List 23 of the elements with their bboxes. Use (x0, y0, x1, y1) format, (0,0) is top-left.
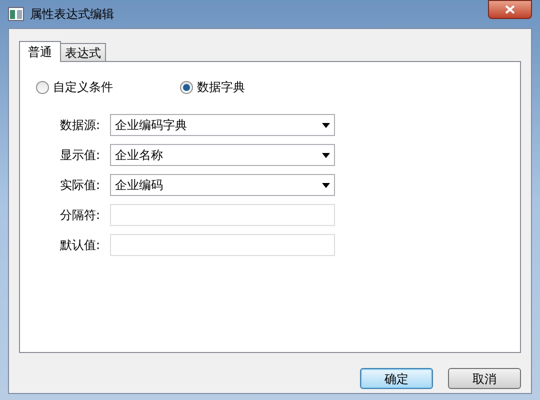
radio-option[interactable]: 自定义条件 (36, 78, 180, 96)
dropdown-arrow-icon (322, 182, 330, 188)
window-icon (8, 7, 24, 21)
close-button[interactable] (488, 0, 532, 19)
field-label: 数据源: (58, 117, 101, 134)
field-label: 实际值: (58, 177, 101, 194)
dropdown-arrow-icon (322, 122, 330, 128)
dialog-button[interactable]: 确定 (360, 368, 433, 389)
input-field[interactable] (110, 204, 335, 226)
window-title: 属性表达式编辑 (30, 6, 114, 23)
input-field[interactable] (110, 234, 335, 256)
radio-option[interactable]: 数据字典 (180, 78, 324, 96)
dialog-button[interactable]: 取消 (448, 368, 521, 389)
tab[interactable]: 普通 (19, 41, 61, 62)
close-icon (505, 5, 515, 14)
dropdown[interactable]: 企业名称 (110, 144, 335, 166)
dropdown[interactable]: 企业编码 (110, 174, 335, 196)
field-label: 默认值: (58, 237, 101, 254)
dropdown-arrow-icon (322, 152, 330, 158)
field-label: 分隔符: (58, 207, 101, 224)
tab[interactable]: 表达式 (61, 43, 106, 61)
field-label: 显示值: (58, 147, 101, 164)
dropdown[interactable]: 企业编码字典 (110, 114, 335, 136)
